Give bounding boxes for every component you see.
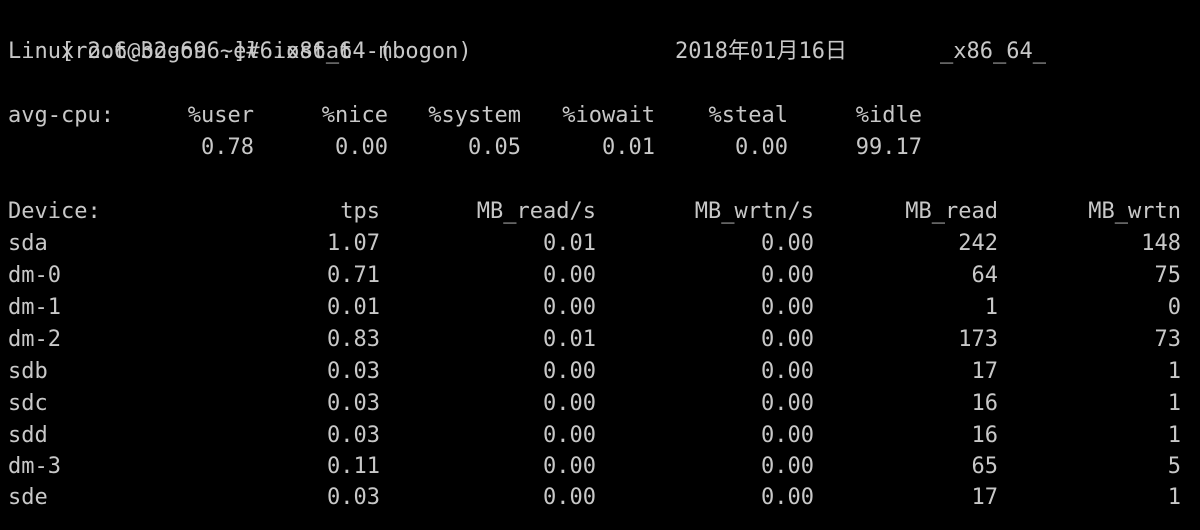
command-prompt-line: [root@bogon ~]# iostat -m <box>8 4 392 64</box>
device-mb-wrtn-s: 0.00 <box>761 231 814 256</box>
device-mb-read-s: 0.00 <box>543 391 596 416</box>
cpu-header-idle: %idle <box>855 103 922 128</box>
device-tps: 0.03 <box>327 423 380 448</box>
device-mb-read-s: 0.00 <box>543 263 596 288</box>
device-mb-wrtn-s: 0.00 <box>761 454 814 479</box>
device-mb-read: 65 <box>971 454 999 479</box>
device-name: sdc <box>8 391 48 416</box>
cpu-label: avg-cpu: <box>8 103 114 128</box>
device-row: dm-3 0.11 0.00 0.00 65 5 <box>8 451 1188 483</box>
cpu-value-user: 0.78 <box>201 135 254 160</box>
device-mb-wrtn: 73 <box>1154 327 1182 352</box>
device-mb-read: 242 <box>958 231 998 256</box>
device-tps: 0.01 <box>327 295 380 320</box>
device-row: sdd 0.03 0.00 0.00 16 1 <box>8 420 1188 452</box>
cpu-header-iowait: %iowait <box>562 103 655 128</box>
device-mb-wrtn-s: 0.00 <box>761 485 814 510</box>
cpu-header-row: avg-cpu: %user %nice %system %iowait %st… <box>8 100 1188 132</box>
device-header-mb-wrtn: MB_wrtn <box>1088 199 1181 224</box>
cpu-header-nice: %nice <box>321 103 388 128</box>
device-mb-wrtn: 1 <box>1167 423 1181 448</box>
device-row: dm-2 0.83 0.01 0.00 173 73 <box>8 324 1188 356</box>
report-date: 2018年01月16日 <box>675 39 847 64</box>
device-mb-read-s: 0.00 <box>543 359 596 384</box>
device-row: sde 0.03 0.00 0.00 17 1 <box>8 482 1188 514</box>
device-mb-read-s: 0.00 <box>543 485 596 510</box>
device-name: dm-0 <box>8 263 61 288</box>
device-mb-wrtn-s: 0.00 <box>761 327 814 352</box>
device-name: dm-2 <box>8 327 61 352</box>
device-mb-wrtn: 75 <box>1154 263 1182 288</box>
device-header-mb-read-s: MB_read/s <box>476 199 596 224</box>
device-tps: 0.03 <box>327 485 380 510</box>
device-header-tps: tps <box>340 199 380 224</box>
system-info-line: Linux 2.6.32-696.el6.x86_64 (bogon) 2018… <box>8 36 1188 68</box>
device-mb-read-s: 0.00 <box>543 295 596 320</box>
device-header-mb-read: MB_read <box>905 199 998 224</box>
device-mb-read-s: 0.00 <box>543 423 596 448</box>
device-mb-read: 17 <box>971 359 999 384</box>
device-mb-read-s: 0.01 <box>543 327 596 352</box>
device-mb-wrtn: 148 <box>1141 231 1181 256</box>
architecture: _x86_64_ <box>940 39 1046 64</box>
device-mb-wrtn: 5 <box>1167 454 1181 479</box>
device-mb-wrtn: 1 <box>1167 391 1181 416</box>
device-mb-read: 173 <box>958 327 998 352</box>
device-tps: 0.03 <box>327 359 380 384</box>
device-row: sda 1.07 0.01 0.00 242 148 <box>8 228 1188 260</box>
cpu-header-steal: %steal <box>708 103 788 128</box>
device-tps: 0.71 <box>327 263 380 288</box>
device-row: dm-1 0.01 0.00 0.00 1 0 <box>8 292 1188 324</box>
device-tps: 0.11 <box>327 454 380 479</box>
device-row: sdc 0.03 0.00 0.00 16 1 <box>8 388 1188 420</box>
device-mb-wrtn: 1 <box>1167 359 1181 384</box>
terminal-window[interactable]: [root@bogon ~]# iostat -m Linux 2.6.32-6… <box>0 0 1200 530</box>
device-mb-wrtn-s: 0.00 <box>761 359 814 384</box>
device-name: dm-3 <box>8 454 61 479</box>
cpu-value-steal: 0.00 <box>735 135 788 160</box>
device-mb-wrtn-s: 0.00 <box>761 263 814 288</box>
device-tps: 1.07 <box>327 231 380 256</box>
device-name: sdb <box>8 359 48 384</box>
cpu-header-system: %system <box>428 103 521 128</box>
device-header-name: Device: <box>8 199 101 224</box>
cpu-value-system: 0.05 <box>468 135 521 160</box>
cpu-values-row: 0.78 0.00 0.05 0.01 0.00 99.17 <box>8 132 1188 164</box>
device-mb-wrtn-s: 0.00 <box>761 391 814 416</box>
device-mb-wrtn: 1 <box>1167 485 1181 510</box>
device-mb-read-s: 0.01 <box>543 231 596 256</box>
device-row: sdb 0.03 0.00 0.00 17 1 <box>8 356 1188 388</box>
device-mb-read: 64 <box>971 263 999 288</box>
device-header-mb-wrtn-s: MB_wrtn/s <box>694 199 814 224</box>
cpu-header-user: %user <box>187 103 254 128</box>
kernel-info: Linux 2.6.32-696.el6.x86_64 (bogon) <box>8 39 472 64</box>
device-name: sdd <box>8 423 48 448</box>
device-name: sde <box>8 485 48 510</box>
device-mb-wrtn-s: 0.00 <box>761 295 814 320</box>
device-mb-read-s: 0.00 <box>543 454 596 479</box>
device-name: dm-1 <box>8 295 61 320</box>
device-mb-wrtn-s: 0.00 <box>761 423 814 448</box>
device-header-row: Device: tps MB_read/s MB_wrtn/s MB_read … <box>8 196 1188 228</box>
cpu-value-iowait: 0.01 <box>602 135 655 160</box>
device-mb-read: 1 <box>984 295 998 320</box>
cpu-value-nice: 0.00 <box>335 135 388 160</box>
device-tps: 0.03 <box>327 391 380 416</box>
device-mb-wrtn: 0 <box>1167 295 1181 320</box>
cpu-value-idle: 99.17 <box>855 135 922 160</box>
device-mb-read: 17 <box>971 485 999 510</box>
device-tps: 0.83 <box>327 327 380 352</box>
device-mb-read: 16 <box>971 423 999 448</box>
device-row: dm-0 0.71 0.00 0.00 64 75 <box>8 260 1188 292</box>
device-name: sda <box>8 231 48 256</box>
device-mb-read: 16 <box>971 391 999 416</box>
